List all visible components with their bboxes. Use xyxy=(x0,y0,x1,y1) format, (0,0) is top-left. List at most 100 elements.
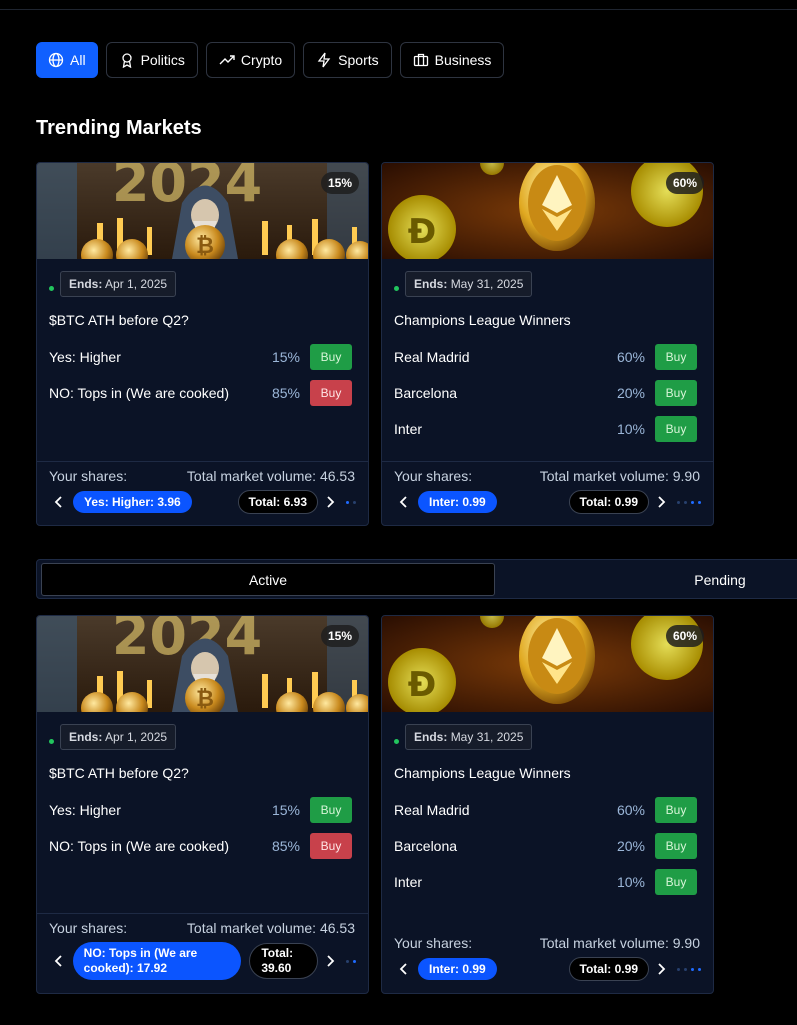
ends-label: Ends: xyxy=(414,277,448,291)
probability-badge: 60% xyxy=(665,625,704,647)
buy-button[interactable]: Buy xyxy=(310,797,352,823)
chevron-right-icon[interactable] xyxy=(653,961,669,977)
market-question: $BTC ATH before Q2? xyxy=(49,312,189,328)
buy-button[interactable]: Buy xyxy=(655,797,697,823)
card-footer: Your shares: Total market volume: 46.53 … xyxy=(37,913,368,993)
buy-button[interactable]: Buy xyxy=(655,380,697,406)
buy-button[interactable]: Buy xyxy=(655,416,697,442)
market-question: $BTC ATH before Q2? xyxy=(49,765,189,781)
probability-badge: 15% xyxy=(320,172,359,194)
market-volume: Total market volume: 46.53 xyxy=(186,468,355,484)
outcome-percent: 85% xyxy=(271,838,300,854)
buy-button[interactable]: Buy xyxy=(310,344,352,370)
end-date-badge: Ends: Apr 1, 2025 xyxy=(60,724,177,750)
outcome-percent: 10% xyxy=(616,421,645,437)
market-banner-image: 2024 ₿ 15% xyxy=(37,163,368,259)
end-date-badge: Ends: May 31, 2025 xyxy=(405,724,533,750)
end-date-badge: Ends: May 31, 2025 xyxy=(405,271,533,297)
filter-sports-label: Sports xyxy=(338,52,379,68)
market-banner-image: Ð 60% xyxy=(382,616,713,712)
market-volume: Total market volume: 46.53 xyxy=(186,920,355,936)
chevron-left-icon[interactable] xyxy=(51,953,67,969)
filter-business-button[interactable]: Business xyxy=(399,42,505,78)
outcome-name: Real Madrid xyxy=(394,802,470,818)
outcome-name: NO: Tops in (We are cooked) xyxy=(49,385,230,401)
svg-text:Ð: Ð xyxy=(408,212,437,252)
live-indicator-icon xyxy=(49,285,54,291)
share-position-pill[interactable]: NO: Tops in (We are cooked): 17.92 xyxy=(72,942,242,980)
outcome-name: Real Madrid xyxy=(394,349,470,365)
chevron-left-icon[interactable] xyxy=(396,494,412,510)
outcome-percent: 10% xyxy=(616,874,645,890)
market-card[interactable]: 2024 ₿ 15% Ends: Apr 1, 2025 $BTC ATH be… xyxy=(36,615,369,994)
market-card[interactable]: Ð 60% Ends: May 31, 2025 Champions Leagu… xyxy=(381,162,714,526)
outcome-percent: 20% xyxy=(616,385,645,401)
pagination-dots xyxy=(346,959,356,963)
your-shares-label: Your shares: xyxy=(394,935,473,951)
total-shares-pill: Total: 6.93 xyxy=(237,490,318,514)
chevron-left-icon[interactable] xyxy=(396,961,412,977)
market-card[interactable]: Ð 60% Ends: May 31, 2025 Champions Leagu… xyxy=(381,615,714,994)
top-divider xyxy=(0,9,797,10)
filter-all-button[interactable]: All xyxy=(36,42,98,78)
filter-politics-label: Politics xyxy=(140,52,185,68)
buy-button[interactable]: Buy xyxy=(310,833,352,859)
tab-pending[interactable]: Pending xyxy=(495,563,797,596)
outcome-name: Barcelona xyxy=(394,838,458,854)
market-volume: Total market volume: 9.90 xyxy=(539,468,700,484)
outcome-row: Yes: Higher 15% Buy xyxy=(49,344,352,370)
market-volume: Total market volume: 9.90 xyxy=(539,935,700,951)
filter-crypto-button[interactable]: Crypto xyxy=(205,42,296,78)
outcome-name: Barcelona xyxy=(394,385,458,401)
filter-politics-button[interactable]: Politics xyxy=(105,42,198,78)
total-shares-pill: Total: 39.60 xyxy=(249,943,319,979)
filter-crypto-label: Crypto xyxy=(240,52,283,68)
live-indicator-icon xyxy=(394,738,399,744)
filter-sports-button[interactable]: Sports xyxy=(303,42,392,78)
pagination-dots xyxy=(677,967,701,971)
chevron-right-icon[interactable] xyxy=(322,494,338,510)
share-position-pill[interactable]: Yes: Higher: 3.96 xyxy=(73,491,192,513)
your-shares-label: Your shares: xyxy=(49,468,128,484)
filter-all-label: All xyxy=(70,52,86,68)
ends-label: Ends: xyxy=(69,730,103,744)
outcome-row: Inter 10% Buy xyxy=(394,416,697,442)
svg-text:₿: ₿ xyxy=(196,687,214,712)
chevron-right-icon[interactable] xyxy=(322,953,338,969)
pagination-dots xyxy=(346,500,356,504)
globe-icon xyxy=(48,52,64,68)
share-position-pill[interactable]: Inter: 0.99 xyxy=(418,958,497,980)
card-footer: Your shares: Total market volume: 9.90 I… xyxy=(382,461,713,525)
chevron-left-icon[interactable] xyxy=(51,494,67,510)
chevron-right-icon[interactable] xyxy=(653,494,669,510)
market-banner-image: 2024 ₿ 15% xyxy=(37,616,368,712)
market-card[interactable]: 2024 ₿ 15% Ends: Apr 1, 2025 $BTC ATH be… xyxy=(36,162,369,526)
outcome-row: NO: Tops in (We are cooked) 85% Buy xyxy=(49,380,352,406)
outcome-percent: 60% xyxy=(616,349,645,365)
svg-text:₿: ₿ xyxy=(196,234,214,259)
svg-text:Ð: Ð xyxy=(408,665,437,705)
outcome-name: Inter xyxy=(394,874,423,890)
filter-business-label: Business xyxy=(434,52,492,68)
buy-button[interactable]: Buy xyxy=(655,344,697,370)
trending-up-icon xyxy=(219,55,235,65)
buy-button[interactable]: Buy xyxy=(655,869,697,895)
category-filters: All Politics Crypto Sports Business xyxy=(36,42,505,78)
total-shares-pill: Total: 0.99 xyxy=(568,957,649,981)
ends-date: Apr 1, 2025 xyxy=(105,730,168,744)
tab-active[interactable]: Active xyxy=(41,563,495,596)
card-footer: Your shares: Total market volume: 46.53 … xyxy=(37,461,368,525)
lightning-icon xyxy=(317,52,331,68)
share-position-pill[interactable]: Inter: 0.99 xyxy=(418,491,497,513)
end-date-badge: Ends: Apr 1, 2025 xyxy=(60,271,177,297)
buy-button[interactable]: Buy xyxy=(310,380,352,406)
status-tabs: Active Pending xyxy=(36,559,797,599)
outcome-row: NO: Tops in (We are cooked) 85% Buy xyxy=(49,833,352,859)
outcome-name: NO: Tops in (We are cooked) xyxy=(49,838,230,854)
your-shares-label: Your shares: xyxy=(49,920,128,936)
buy-button[interactable]: Buy xyxy=(655,833,697,859)
your-shares-label: Your shares: xyxy=(394,468,473,484)
market-banner-image: Ð 60% xyxy=(382,163,713,259)
outcome-row: Yes: Higher 15% Buy xyxy=(49,797,352,823)
market-question: Champions League Winners xyxy=(394,312,571,328)
